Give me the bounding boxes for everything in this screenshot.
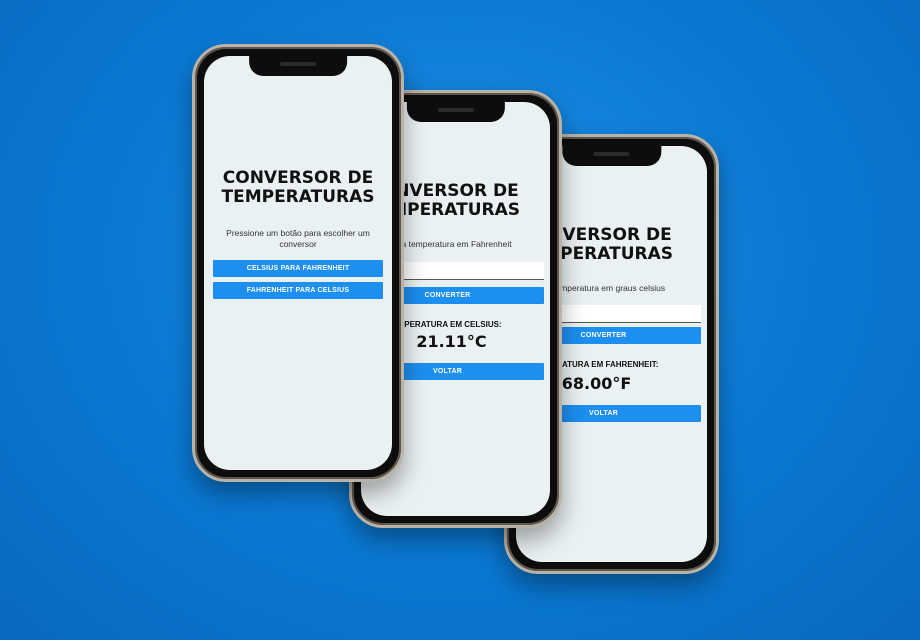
instruction-line-1: Pressione um botão para escolher um — [226, 228, 370, 238]
instruction-line-2: conversor — [279, 239, 317, 249]
phone-notch — [406, 102, 505, 122]
phone-notch — [249, 56, 347, 76]
title-line-2: TEMPERATURAS — [221, 187, 375, 207]
phone-notch — [561, 146, 662, 166]
phone-screen: CONVERSOR DE TEMPERATURAS Pressione um b… — [204, 56, 392, 470]
instruction-text: Pressione um botão para escolher um conv… — [204, 228, 392, 250]
celsius-to-fahrenheit-button[interactable]: CELSIUS PARA FAHRENHEIT — [213, 260, 383, 277]
title-line-1: CONVERSOR DE — [222, 168, 374, 188]
fahrenheit-to-celsius-button[interactable]: FAHRENHEIT PARA CELSIUS — [213, 282, 383, 299]
phone-home: CONVERSOR DE TEMPERATURAS Pressione um b… — [192, 44, 404, 482]
app-title: CONVERSOR DE TEMPERATURAS — [204, 169, 392, 207]
